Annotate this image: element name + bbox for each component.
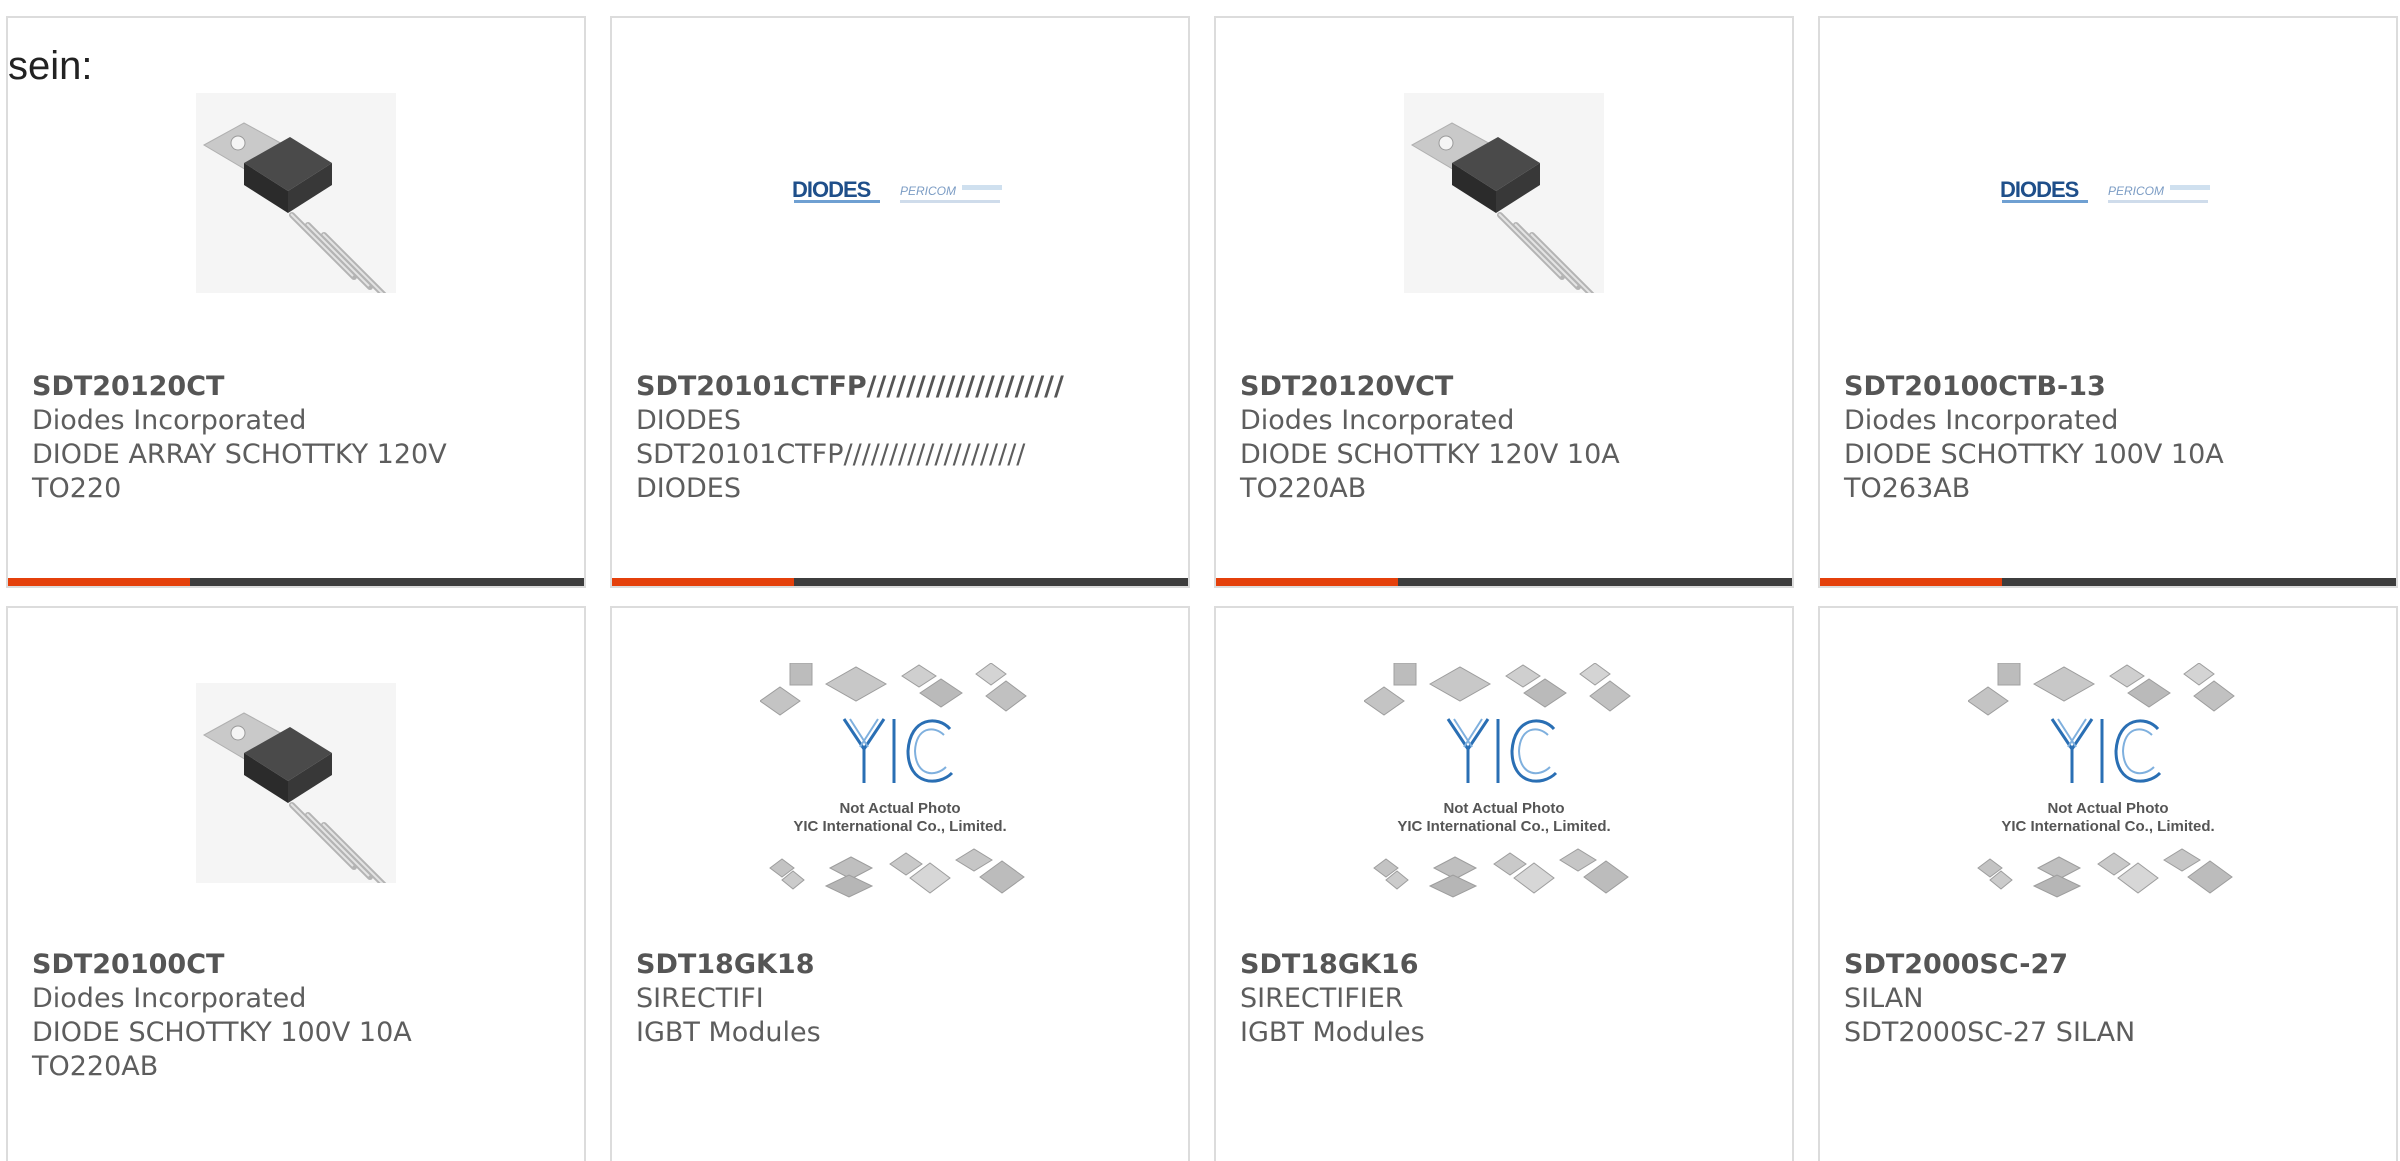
package: DIODES xyxy=(636,473,741,504)
svg-text:YIC International Co., Limited: YIC International Co., Limited. xyxy=(1397,818,1610,835)
svg-text:Not Actual Photo: Not Actual Photo xyxy=(2047,800,2168,817)
manufacturer: DIODES xyxy=(636,405,741,436)
to220-package-icon xyxy=(196,93,396,293)
description: DIODE SCHOTTKY 120V 10A xyxy=(1240,439,1620,470)
description: DIODE SCHOTTKY 100V 10A xyxy=(1844,439,2224,470)
to220-package-icon xyxy=(1404,93,1604,293)
diodes-pericom-logo: DIODES PERICOM xyxy=(2000,177,2210,203)
part-number-link[interactable]: SDT20100CT xyxy=(32,948,572,982)
part-number-link[interactable]: SDT20100CTB-13 xyxy=(1844,370,2384,404)
diodes-pericom-logo: DIODES PERICOM xyxy=(792,177,1002,203)
package: TO220 xyxy=(32,473,122,504)
product-card[interactable]: Not Actual Photo YIC International Co., L… xyxy=(610,606,1190,1161)
yic-placeholder-image: Not Actual PhotoYIC International Co., L… xyxy=(760,663,1027,898)
card-accent xyxy=(1820,578,2002,586)
description: IGBT Modules xyxy=(636,1017,821,1048)
card-accent xyxy=(612,578,794,586)
manufacturer: SIRECTIFIER xyxy=(1240,983,1404,1014)
card-bottom-bar xyxy=(1820,578,2396,586)
svg-text:DIODES: DIODES xyxy=(792,177,871,202)
card-accent xyxy=(1216,578,1398,586)
product-card[interactable]: Not Actual Photo YIC International Co., L… xyxy=(1214,606,1794,1161)
product-card[interactable]: DIODES PERICOM SDT20101CTFP//////////////… xyxy=(610,16,1190,588)
product-card[interactable]: SDT20120VCT Diodes Incorporated DIODE SC… xyxy=(1214,16,1794,588)
card-bottom-bar xyxy=(1216,578,1792,586)
package: TO220AB xyxy=(32,1051,159,1082)
manufacturer: SIRECTIFI xyxy=(636,983,764,1014)
part-number-link[interactable]: SDT20120VCT xyxy=(1240,370,1780,404)
description: DIODE ARRAY SCHOTTKY 120V xyxy=(32,439,447,470)
description: IGBT Modules xyxy=(1240,1017,1425,1048)
part-number-link[interactable]: SDT20120CT xyxy=(32,370,572,404)
product-image[interactable] xyxy=(1216,58,1792,328)
to220-package-icon xyxy=(196,683,396,883)
part-number-link[interactable]: SDT18GK16 xyxy=(1240,948,1780,982)
card-bottom-bar xyxy=(612,578,1188,586)
product-image[interactable]: Not Actual Photo YIC International Co., L… xyxy=(1216,648,1792,918)
product-card[interactable]: Not Actual Photo YIC International Co., L… xyxy=(1818,606,2398,1161)
manufacturer: SILAN xyxy=(1844,983,1924,1014)
product-image[interactable]: Not Actual Photo YIC International Co., L… xyxy=(612,648,1188,918)
package: TO220AB xyxy=(1240,473,1367,504)
manufacturer: Diodes Incorporated xyxy=(1240,405,1515,436)
product-card[interactable]: SDT20120CT Diodes Incorporated DIODE ARR… xyxy=(6,16,586,588)
yic-placeholder-image: Not Actual PhotoYIC International Co., L… xyxy=(1968,663,2235,898)
yic-placeholder-image: Not Actual PhotoYIC International Co., L… xyxy=(1364,663,1631,898)
svg-text:YIC International Co., Limited: YIC International Co., Limited. xyxy=(793,818,1006,835)
product-image[interactable]: DIODES PERICOM xyxy=(1820,58,2396,328)
product-image[interactable] xyxy=(8,648,584,918)
product-image[interactable]: DIODES PERICOM xyxy=(612,58,1188,328)
manufacturer: Diodes Incorporated xyxy=(32,405,307,436)
part-number-link[interactable]: SDT2000SC-27 xyxy=(1844,948,2384,982)
description: SDT2000SC-27 SILAN xyxy=(1844,1017,2136,1048)
svg-text:YIC International Co., Limited: YIC International Co., Limited. xyxy=(2001,818,2214,835)
svg-text:PERICOM: PERICOM xyxy=(2108,184,2164,198)
product-image[interactable] xyxy=(8,58,584,328)
product-image[interactable]: Not Actual Photo YIC International Co., L… xyxy=(1820,648,2396,918)
svg-text:Not Actual Photo: Not Actual Photo xyxy=(839,800,960,817)
part-number-link[interactable]: SDT20101CTFP//////////////////// xyxy=(636,370,1176,404)
part-number-link[interactable]: SDT18GK18 xyxy=(636,948,1176,982)
product-card[interactable]: DIODES PERICOM SDT20100CTB-13 Diodes Inco… xyxy=(1818,16,2398,588)
manufacturer: Diodes Incorporated xyxy=(32,983,307,1014)
description: SDT20101CTFP//////////////////// xyxy=(636,439,1026,470)
description: DIODE SCHOTTKY 100V 10A xyxy=(32,1017,412,1048)
product-card[interactable]: SDT20100CT Diodes Incorporated DIODE SCH… xyxy=(6,606,586,1161)
card-accent xyxy=(8,578,190,586)
card-bottom-bar xyxy=(8,578,584,586)
manufacturer: Diodes Incorporated xyxy=(1844,405,2119,436)
intro-text: sein: xyxy=(8,44,93,88)
product-grid-page: sein: SDT20120CT Diodes Incorporated DIO… xyxy=(0,0,2400,1161)
svg-text:DIODES: DIODES xyxy=(2000,177,2079,202)
svg-text:Not Actual Photo: Not Actual Photo xyxy=(1443,800,1564,817)
package: TO263AB xyxy=(1844,473,1971,504)
svg-text:PERICOM: PERICOM xyxy=(900,184,956,198)
